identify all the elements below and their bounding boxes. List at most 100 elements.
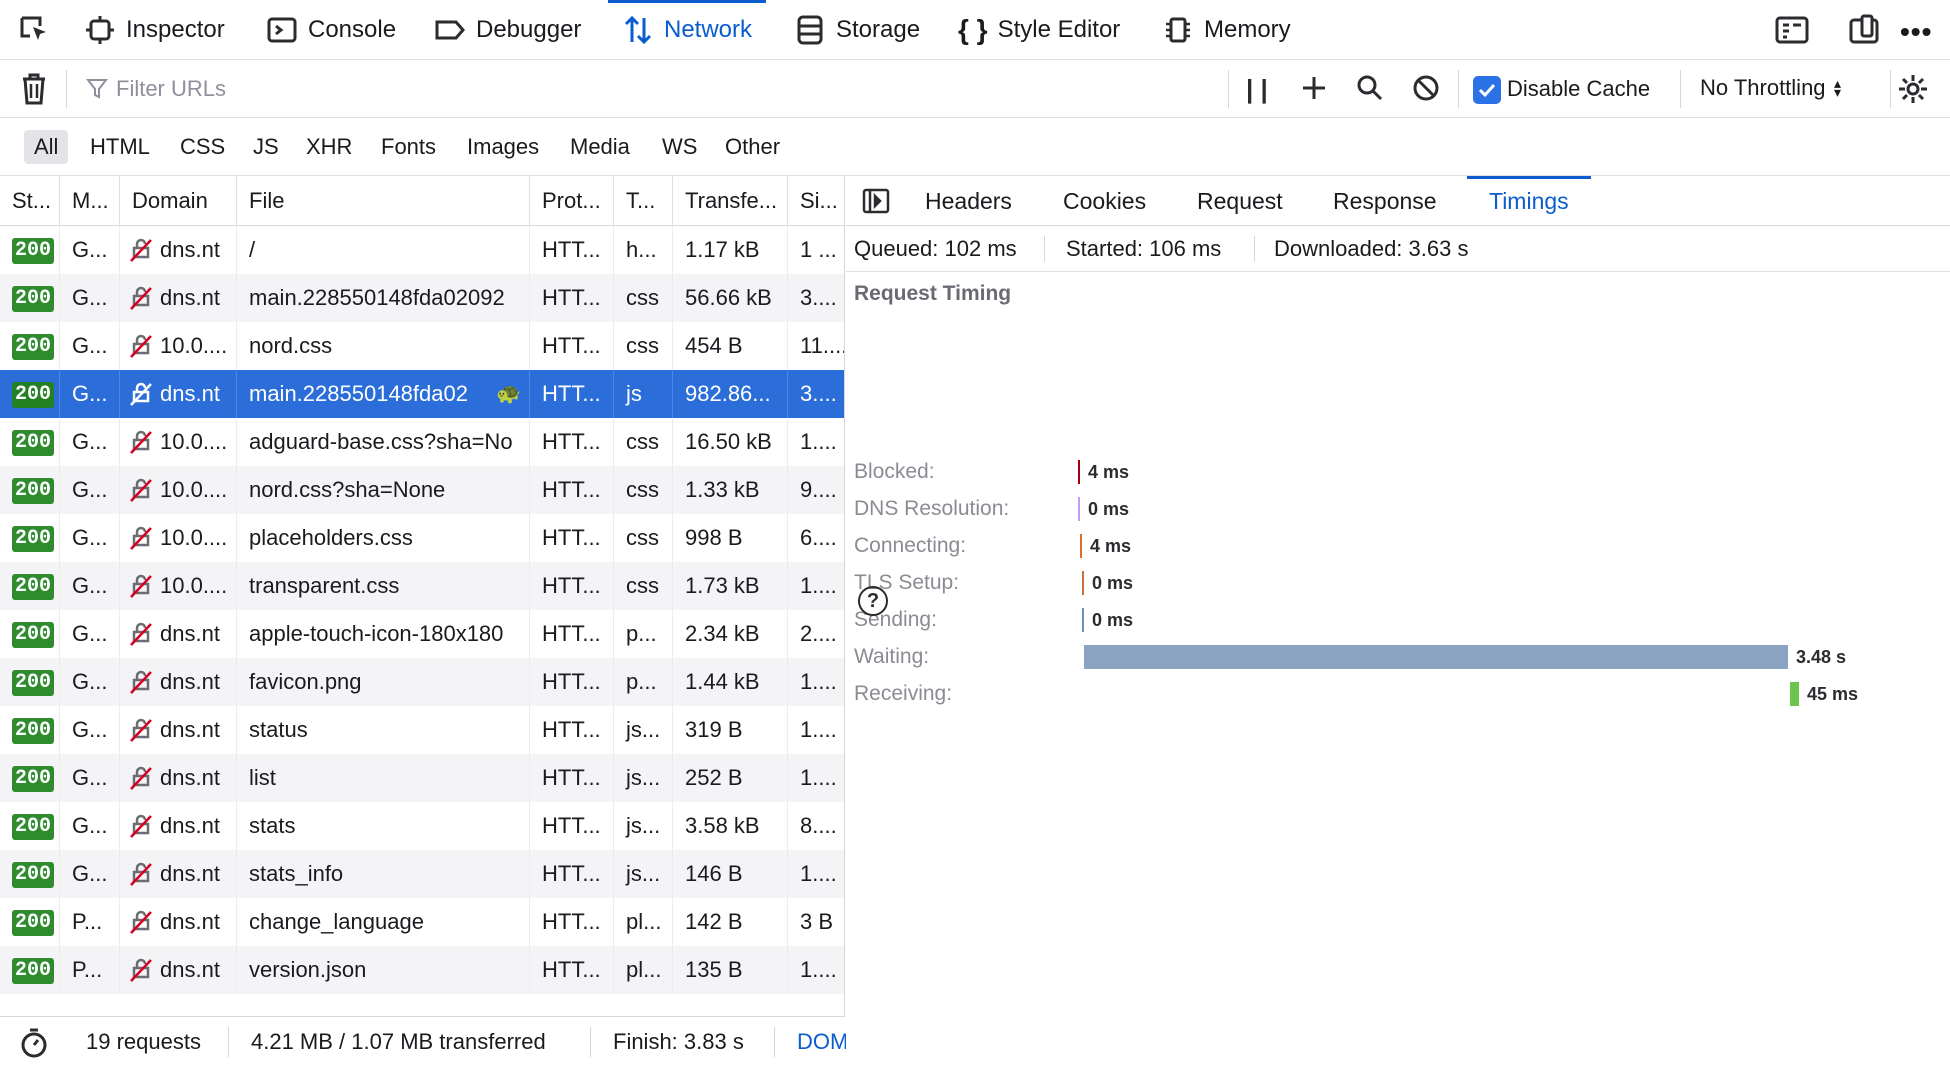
- transferred-text: 56.66 kB: [685, 285, 772, 310]
- add-request-blocking-icon[interactable]: [1300, 74, 1328, 108]
- more-options-icon[interactable]: •••: [1900, 16, 1932, 48]
- file-text: apple-touch-icon-180x180: [249, 621, 504, 646]
- table-row[interactable]: 200 G... dns.nt main.228550148fda02092 HTT..…: [0, 274, 844, 322]
- filter-other[interactable]: Other: [715, 130, 790, 164]
- tab-label: Inspector: [126, 16, 225, 43]
- table-row[interactable]: 200 P... dns.nt change_language HTT... pl... 1…: [0, 898, 844, 946]
- inspector-icon: [86, 16, 114, 44]
- transferred-text: 2.34 kB: [685, 621, 760, 646]
- clear-requests-icon[interactable]: [20, 72, 48, 112]
- file-cell: adguard-base.css?sha=No: [237, 418, 530, 466]
- timing-value: 0 ms: [1092, 573, 1134, 593]
- details-tabs: Headers Cookies Request Response Timings: [846, 176, 1950, 226]
- column-status[interactable]: St...: [0, 176, 60, 226]
- column-protocol[interactable]: Prot...: [530, 176, 614, 226]
- disable-cache-checkbox[interactable]: [1473, 76, 1501, 104]
- domain-cell: dns.nt: [120, 898, 237, 946]
- tab-console[interactable]: Console: [266, 0, 396, 60]
- column-size[interactable]: Si...: [788, 176, 844, 226]
- status-cell: 200: [0, 418, 60, 466]
- size-text: 1....: [800, 765, 837, 790]
- filter-js[interactable]: JS: [243, 130, 289, 164]
- tab-cookies[interactable]: Cookies: [1063, 176, 1146, 226]
- type-cell: css: [614, 322, 673, 370]
- tab-timings[interactable]: Timings: [1467, 176, 1591, 226]
- help-icon[interactable]: ?: [858, 586, 888, 616]
- column-domain[interactable]: Domain: [120, 176, 237, 226]
- tab-headers[interactable]: Headers: [925, 176, 1012, 226]
- tab-request[interactable]: Request: [1197, 176, 1283, 226]
- pick-frame-icon[interactable]: [1775, 14, 1809, 52]
- tab-storage[interactable]: Storage: [794, 0, 920, 60]
- throttling-select[interactable]: No Throttling ▴ ▾: [1700, 75, 1844, 101]
- domain-cell: 10.0....: [120, 562, 237, 610]
- table-row[interactable]: 200 G... dns.nt apple-touch-icon-180x180 HTT…: [0, 610, 844, 658]
- pause-icon[interactable]: | |: [1246, 74, 1268, 105]
- timing-summary: Queued: 102 ms Started: 106 ms Downloade…: [846, 226, 1950, 272]
- table-row[interactable]: 200 G... dns.nt stats_info HTT... js... 146 B 1…: [0, 850, 844, 898]
- file-text: adguard-base.css?sha=No: [249, 429, 513, 454]
- table-row[interactable]: 200 G... 10.0.... adguard-base.css?sha=No HT…: [0, 418, 844, 466]
- tab-debugger[interactable]: Debugger: [434, 0, 581, 60]
- column-type[interactable]: T...: [614, 176, 673, 226]
- filter-ws[interactable]: WS: [652, 130, 707, 164]
- table-row[interactable]: 200 G... 10.0.... placeholders.css HTT... css…: [0, 514, 844, 562]
- filter-fonts[interactable]: Fonts: [371, 130, 446, 164]
- protocol-cell: HTT...: [530, 514, 614, 562]
- table-row[interactable]: 200 G... dns.nt status HTT... js... 319 B 1....: [0, 706, 844, 754]
- filter-html[interactable]: HTML: [80, 130, 160, 164]
- transferred-text: 3.58 kB: [685, 813, 760, 838]
- filter-media[interactable]: Media: [560, 130, 640, 164]
- timing-bar: [1078, 497, 1080, 521]
- toggle-sidebar-icon[interactable]: [862, 188, 890, 220]
- block-icon[interactable]: [1412, 74, 1440, 108]
- column-method[interactable]: M...: [60, 176, 120, 226]
- filter-all[interactable]: All: [24, 130, 69, 164]
- size-text: 8....: [800, 813, 837, 838]
- table-row[interactable]: 200 G... 10.0.... transparent.css HTT... css 1…: [0, 562, 844, 610]
- table-row[interactable]: 200 G... 10.0.... nord.css?sha=None HTT... cs…: [0, 466, 844, 514]
- style-editor-icon: { }: [958, 14, 988, 45]
- table-row[interactable]: 200 P... dns.nt version.json HTT... pl... 135 …: [0, 946, 844, 994]
- tab-memory[interactable]: Memory: [1162, 0, 1291, 60]
- timing-label: DNS Resolution:: [854, 497, 1010, 520]
- settings-gear-icon[interactable]: [1897, 73, 1929, 111]
- file-text: main.228550148fda02092: [249, 285, 505, 310]
- table-row[interactable]: 200 G... 10.0.... nord.css HTT... css 454 B 11.…: [0, 322, 844, 370]
- column-transferred[interactable]: Transfe...: [673, 176, 788, 226]
- element-picker-icon[interactable]: [18, 14, 50, 52]
- tab-inspector[interactable]: Inspector: [84, 0, 225, 60]
- filter-xhr[interactable]: XHR: [296, 130, 362, 164]
- stopwatch-icon[interactable]: [20, 1028, 48, 1064]
- column-file[interactable]: File: [237, 176, 530, 226]
- size-cell: 1....: [788, 706, 844, 754]
- timing-value: 0 ms: [1092, 610, 1134, 630]
- search-icon[interactable]: [1356, 74, 1384, 108]
- table-row[interactable]: 200 G... dns.nt / HTT... h... 1.17 kB 1 ...: [0, 226, 844, 274]
- tab-style-editor[interactable]: { } Style Editor: [958, 0, 1120, 60]
- table-row[interactable]: 200 G... dns.nt main.228550148fda02 🐢 HTT... j…: [0, 370, 844, 418]
- file-text: favicon.png: [249, 669, 362, 694]
- table-row[interactable]: 200 G... dns.nt stats HTT... js... 3.58 kB 8...…: [0, 802, 844, 850]
- method-text: G...: [72, 381, 108, 406]
- responsive-design-icon[interactable]: [1848, 14, 1880, 52]
- started-time: Started: 106 ms: [1066, 236, 1222, 261]
- domain-cell: dns.nt: [120, 706, 237, 754]
- filter-images[interactable]: Images: [457, 130, 549, 164]
- tab-response[interactable]: Response: [1333, 176, 1437, 226]
- storage-icon: [797, 15, 823, 45]
- tab-network[interactable]: Network: [608, 0, 767, 60]
- devtools-toolbox: Inspector Console Debugger Network Stora…: [0, 0, 1950, 60]
- method-cell: G...: [60, 658, 120, 706]
- status-cell: 200: [0, 610, 60, 658]
- table-row[interactable]: 200 G... dns.nt list HTT... js... 252 B 1....: [0, 754, 844, 802]
- size-text: 1....: [800, 957, 837, 982]
- filter-urls-input[interactable]: [82, 70, 1222, 108]
- domain-cell: 10.0....: [120, 322, 237, 370]
- console-icon: [267, 17, 297, 43]
- disable-cache-label[interactable]: Disable Cache: [1507, 76, 1650, 102]
- status-badge: 200: [12, 526, 55, 552]
- filter-css[interactable]: CSS: [170, 130, 235, 164]
- status-badge: 200: [12, 814, 55, 840]
- table-row[interactable]: 200 G... dns.nt favicon.png HTT... p... 1.44 k…: [0, 658, 844, 706]
